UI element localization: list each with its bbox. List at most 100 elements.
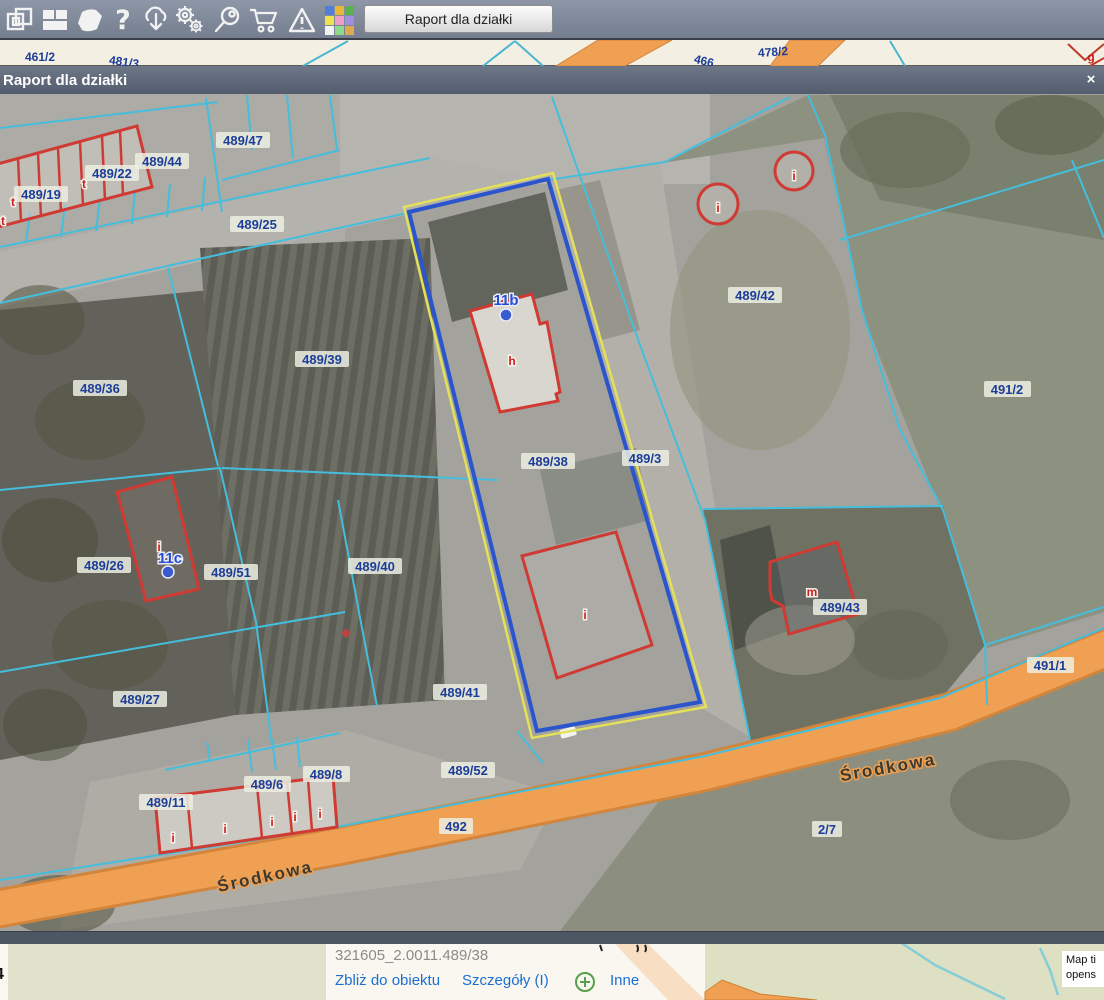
svg-text:489/39: 489/39 (302, 352, 342, 367)
parcel-label: 489/25 (230, 216, 284, 232)
svg-text:489/47: 489/47 (223, 133, 263, 148)
strip-building-letter: g (1087, 50, 1094, 64)
parcel-label: 489/42 (728, 287, 782, 303)
parcel-label: 489/44 (135, 153, 189, 169)
svg-text:2/7: 2/7 (818, 822, 836, 837)
svg-text:489/26: 489/26 (84, 558, 124, 573)
svg-text:489/38: 489/38 (528, 454, 568, 469)
parcel-label: 489/39 (295, 351, 349, 367)
parcel-label: 489/6 (244, 776, 291, 792)
building-letter: m (807, 585, 818, 599)
scale-digit: 4 (0, 966, 4, 984)
building-letter: t (11, 195, 15, 209)
strip-parcel-label: 481/3 (108, 53, 140, 66)
attribution-line: Map ti (1066, 953, 1104, 968)
svg-text:489/43: 489/43 (820, 600, 860, 615)
svg-text:489/41: 489/41 (440, 685, 480, 700)
map-canvas: 489/47 489/44 489/22 489/19 489/25 489/3… (0, 94, 1104, 931)
svg-text:492: 492 (445, 819, 467, 834)
close-icon[interactable]: × (1082, 71, 1100, 89)
details-link[interactable]: Szczegóły (I) (462, 972, 549, 989)
parcel-label: 489/38 (521, 453, 575, 469)
svg-text:491/2: 491/2 (991, 382, 1024, 397)
settings-gears-icon[interactable] (172, 4, 206, 36)
strip-parcel-label: 461/2 (25, 50, 55, 64)
feature-id: 321605_2.0011.489/38 (335, 947, 488, 964)
parcel-label: 489/19 (14, 186, 68, 202)
report-parcel-button[interactable]: Raport dla działki (364, 5, 553, 33)
parcel-label: 2/7 (812, 821, 842, 837)
parcel-label: 491/2 (984, 381, 1031, 397)
parcel-label: 489/52 (441, 762, 495, 778)
svg-text:489/52: 489/52 (448, 763, 488, 778)
parcel-label: 489/22 (85, 165, 139, 181)
building-letter: h (508, 354, 515, 368)
svg-text:489/44: 489/44 (142, 154, 183, 169)
map-attribution: Map ti opens (1062, 951, 1104, 987)
building-letter: i (583, 608, 586, 622)
svg-text:491/1: 491/1 (1034, 658, 1067, 673)
svg-text:489/51: 489/51 (211, 565, 251, 580)
footer-strip: 4 321605_2.0011.489/38 Zbliż do obiektu … (0, 944, 1104, 1000)
svg-text:489/27: 489/27 (120, 692, 160, 707)
report-map[interactable]: 489/47 489/44 489/22 489/19 489/25 489/3… (0, 94, 1104, 931)
svg-text:489/3: 489/3 (629, 451, 662, 466)
report-panel-header: Raport dla działki × (0, 66, 1104, 94)
building-letter: t (82, 177, 86, 191)
parcel-label: 489/36 (73, 380, 127, 396)
parcel-label: 489/40 (348, 558, 402, 574)
help-glyph: ? (115, 5, 131, 36)
building-letter: i (716, 201, 719, 215)
building-letter: i (171, 831, 174, 845)
svg-text:489/6: 489/6 (251, 777, 284, 792)
parcel-label: 491/1 (1027, 657, 1074, 673)
address-label: 11c (158, 550, 182, 567)
address-point-dot (500, 309, 512, 321)
add-circle-icon[interactable] (574, 971, 596, 993)
main-toolbar: ? (0, 0, 1104, 40)
svg-text:489/36: 489/36 (80, 381, 120, 396)
svg-text:489/19: 489/19 (21, 187, 61, 202)
svg-text:489/22: 489/22 (92, 166, 132, 181)
address-label: 11b (493, 292, 518, 309)
building-letter: i (318, 807, 321, 821)
building-letter: i (223, 822, 226, 836)
strip-red-lines (1068, 44, 1104, 66)
footer-basemap (0, 944, 1104, 1000)
building-letter: i (792, 169, 795, 183)
svg-text:489/42: 489/42 (735, 288, 775, 303)
strip-parcel-label: 466 (693, 52, 716, 66)
other-link[interactable]: Inne (610, 972, 639, 989)
panel-bottom-bar (0, 931, 1104, 944)
overview-windows-icon[interactable] (3, 4, 37, 36)
warning-icon[interactable] (285, 4, 319, 36)
parcel-label: 489/8 (303, 766, 350, 782)
geoportal-window: ? (0, 0, 1104, 1000)
polygon-select-icon[interactable] (73, 4, 107, 36)
download-cloud-icon[interactable] (139, 4, 173, 36)
address-point-dot (162, 566, 174, 578)
attribution-line: opens (1066, 968, 1104, 983)
parcel-label: 492 (439, 818, 473, 834)
svg-text:489/11: 489/11 (146, 795, 185, 810)
strip-parcel-label: 478/2 (758, 44, 789, 60)
parcel-label: 489/3 (622, 450, 669, 466)
building-letter: i (270, 815, 273, 829)
parcel-label: 489/43 (813, 599, 867, 615)
layout-panels-icon[interactable] (38, 4, 72, 36)
cart-icon[interactable] (247, 4, 281, 36)
parcel-label: 489/51 (204, 564, 258, 580)
zoom-to-object-link[interactable]: Zbliż do obiektu (335, 972, 440, 989)
overview-map-strip[interactable]: 461/2 481/3 466 478/2 g (0, 40, 1104, 66)
parcel-label: 489/26 (77, 557, 131, 573)
help-icon[interactable]: ? (106, 4, 140, 36)
svg-text:489/25: 489/25 (237, 217, 277, 232)
parcel-label: 489/11 (139, 794, 193, 810)
legend-palette-icon[interactable] (322, 4, 356, 36)
svg-text:489/8: 489/8 (310, 767, 343, 782)
panel-title: Raport dla działki (3, 72, 127, 89)
parcel-label: 489/27 (113, 691, 167, 707)
search-area-icon[interactable] (211, 4, 245, 36)
overview-strip-canvas: 461/2 481/3 466 478/2 g (0, 40, 1104, 66)
parcel-label: 489/41 (433, 684, 487, 700)
